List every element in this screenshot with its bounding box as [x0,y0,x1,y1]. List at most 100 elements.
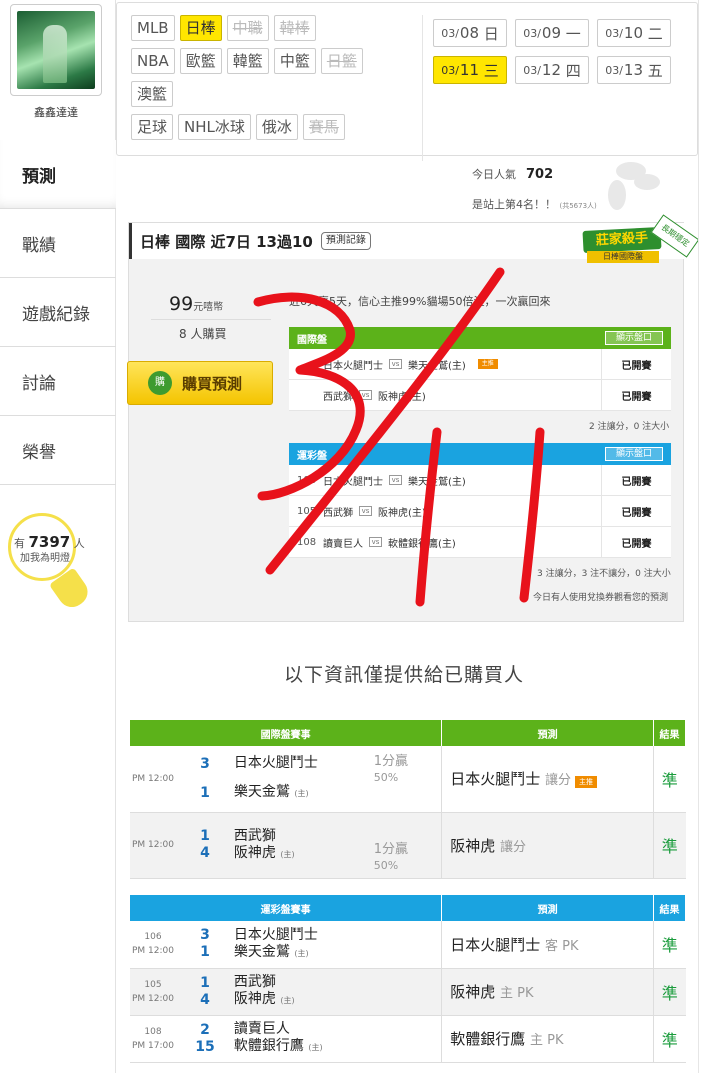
teams-cell: 西武獅 阪神虎 (主) [233,812,374,879]
league-japan-basketball: 日籃 [320,48,363,74]
table-row: PM 12:00 31 日本火腿鬥士 樂天金鷲 (主) 1分贏 50% 日本火腿鬥士… [130,746,686,813]
match-status: 已開賽 [601,496,671,526]
match-number: 105 [144,979,162,990]
score-home: 15 [195,1038,215,1055]
num-time-cell: 108 PM 17:00 [130,1015,176,1063]
match-number: 106 [297,474,317,486]
home-team: 阪神虎 [233,991,276,1007]
pick-cell: 阪神虎 主 PK [441,968,654,1016]
date-weekday: 日 [483,24,499,43]
date-month: 03/ [523,63,541,77]
show-odds-button[interactable]: 顯示盤口 [605,447,663,461]
home-team: 阪神虎 [233,844,276,861]
home-tag: (主) [280,996,295,1005]
intl-bet-summary: 2 注讓分，0 注大小 [589,422,670,432]
league-cpbl: 中職 [226,15,269,41]
score-cell: 14 [175,812,234,879]
table-row: 105 PM 12:00 14 西武獅 阪神虎 (主) 阪神虎 主 PK 準 [130,968,686,1016]
match-row: 日本火腿鬥士 vs 樂天金鷲(主) 主推 已開賽 [289,349,671,380]
date-0313[interactable]: 03/13 五 [597,56,671,84]
badge-subtitle: 日棒國際盤 [587,251,659,263]
date-weekday: 四 [565,61,581,80]
picked-team: 軟體銀行鷹 [450,1030,526,1048]
score-home: 4 [200,991,210,1008]
score-cell: 31 [175,921,234,969]
date-day: 12 [541,61,561,79]
date-selector: 03/08 日 03/09 一 03/10 二 03/11 三 03/12 四 … [433,19,683,93]
score-home: 1 [200,944,210,961]
lottery-table-header: 運彩盤 顯示盤口 [289,443,671,465]
away-team: 樂天金鷲(主) [408,476,466,488]
home-team: 西武獅 [323,507,353,519]
table-row: 108 PM 17:00 2 15 讀賣巨人 軟體銀行鷹 (主) 軟體銀行鷹 主 PK… [130,1015,686,1063]
picked-team: 日本火腿鬥士 [450,770,541,789]
handicap-line: 1分贏 [373,754,409,769]
sidebar-item-honor[interactable]: 榮譽 [0,416,116,485]
league-aus-basketball[interactable]: 澳籃 [131,81,174,107]
score-away: 3 [200,755,210,772]
league-mlb[interactable]: MLB [131,15,175,41]
sidebar-item-record[interactable]: 戰績 [0,209,116,278]
league-nhl[interactable]: NHL冰球 [178,114,251,140]
date-month: 03/ [441,63,459,77]
home-team: 讀賣巨人 [323,538,363,550]
vs-icon: vs [369,537,382,547]
score-cell: 31 [175,746,234,813]
featured-badge: 主推 [575,776,597,789]
pick-type: 客 PK [545,938,579,954]
score-away: 2 [200,1021,210,1038]
show-odds-button[interactable]: 顯示盤口 [605,331,663,345]
league-korea-basketball[interactable]: 韓籃 [226,48,269,74]
pick-cell: 日本火腿鬥士 讓分 主推 [441,746,654,813]
match-status: 已開賽 [601,380,671,410]
rank-text: 是站上第4名！！ [472,198,556,211]
prediction-record-button[interactable]: 預測記錄 [320,232,371,250]
featured-badge: 主推 [477,359,498,369]
away-team: 軟體銀行鷹(主) [388,538,456,550]
away-team: 西武獅 [233,974,276,990]
match-row: 西武獅 vs 阪神虎(主) 已開賽 [289,380,671,411]
date-weekday: 五 [647,61,663,80]
date-day: 09 [541,24,561,42]
price-unit: 元嘻幣 [193,302,224,313]
away-team: 阪神虎(主) [378,507,426,519]
lightbulb-follow-button[interactable]: 有 7397 人 加我為明燈 [8,513,94,613]
league-nba[interactable]: NBA [131,48,175,74]
popularity-value: 702 [526,167,554,182]
sidebar-item-discussion[interactable]: 討論 [0,347,116,416]
date-0311[interactable]: 03/11 三 [433,56,507,84]
date-0312[interactable]: 03/12 四 [515,56,589,84]
league-soccer[interactable]: 足球 [131,114,174,140]
page-right-edge [698,0,720,1073]
date-0310[interactable]: 03/10 二 [597,19,671,47]
lottery-bet-summary: 3 注讓分，3 注不讓分，0 注大小 [537,569,671,579]
match-row: 106 日本火腿鬥士 vs 樂天金鷲(主) 已開賽 [289,465,671,496]
result-correct: 準 [652,968,686,1016]
league-russia-hockey[interactable]: 俄冰 [255,114,298,140]
username: 鑫鑫達達 [34,106,78,119]
pick-cell: 阪神虎 讓分 [441,812,654,879]
date-0309[interactable]: 03/09 一 [515,19,589,47]
match-time: PM 17:00 [131,1040,174,1051]
sidebar-item-prediction[interactable]: 預測 [0,140,116,209]
league-npb[interactable]: 日棒 [179,15,222,41]
purchaser-only-title: 以下資訊僅提供給已購買人 [284,664,525,686]
buy-prediction-button[interactable]: 購 購買預測 [127,361,273,405]
sidebar-item-game-log[interactable]: 遊戲紀錄 [0,278,116,347]
date-0308[interactable]: 03/08 日 [433,19,507,47]
league-china-basketball[interactable]: 中籃 [273,48,316,74]
league-euro-basketball[interactable]: 歐籃 [179,48,222,74]
score-cell: 2 15 [175,1015,234,1063]
fairy-mascot-icon [594,156,664,216]
away-team: 讀賣巨人 [233,1021,290,1037]
result-correct: 準 [652,921,686,969]
pick-cell: 日本火腿鬥士 客 PK [441,921,654,969]
league-horse-racing: 賽馬 [302,114,345,140]
buyer-count: 8 人購買 [179,327,227,341]
match-time: PM 12:00 [131,946,174,957]
avatar[interactable] [10,4,102,96]
match-number: 108 [144,1026,162,1037]
date-day: 08 [459,24,479,42]
match-number: 108 [297,536,317,548]
side-nav: 預測 戰績 遊戲紀錄 討論 榮譽 [0,140,116,485]
